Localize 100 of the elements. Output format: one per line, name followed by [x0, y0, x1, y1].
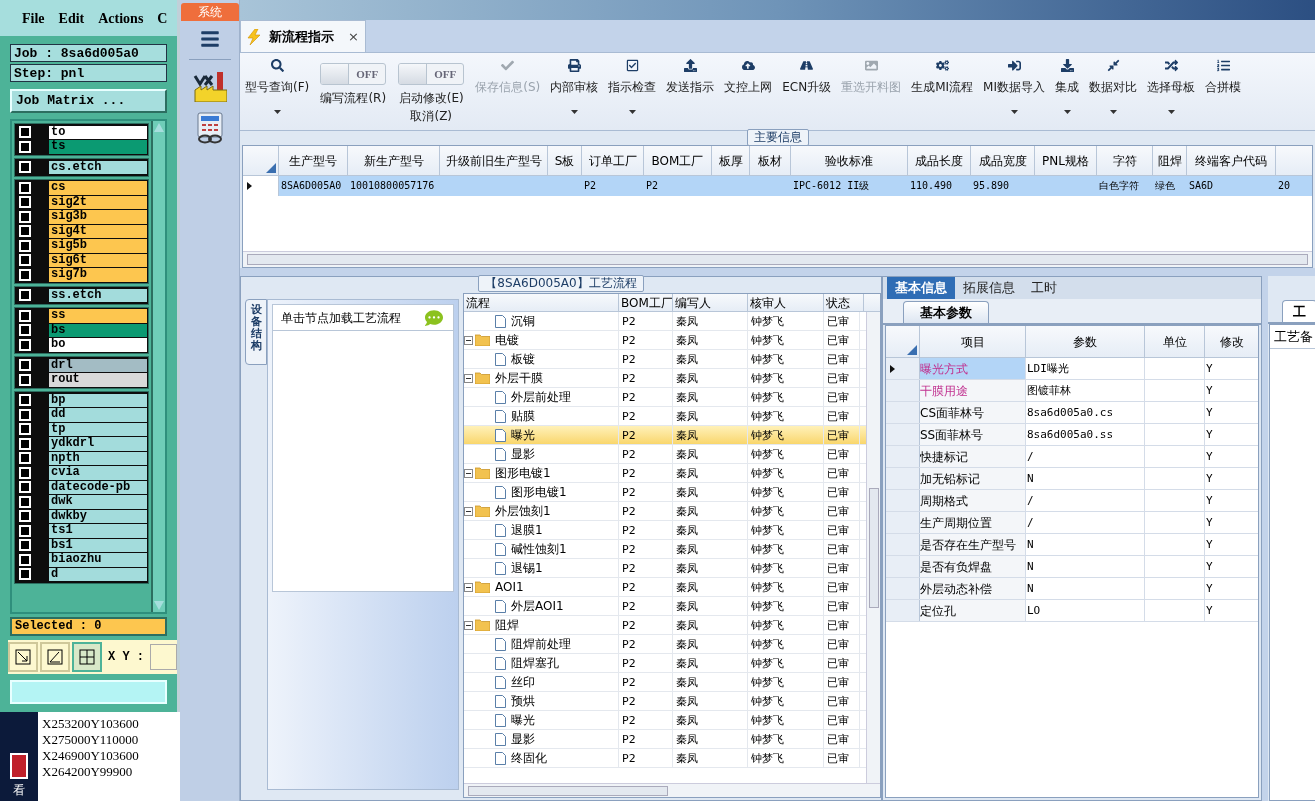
close-button[interactable]: × [348, 26, 359, 47]
column-header[interactable]: 验收标准 [791, 146, 908, 175]
layer-name[interactable]: sig2t [49, 195, 147, 209]
layer-name[interactable]: to [49, 125, 147, 139]
tree-row[interactable]: 图形电镀1 P2 秦凤 钟梦飞 已审 [464, 483, 866, 502]
column-header[interactable]: S板 [548, 146, 582, 175]
menu-item[interactable]: File [22, 7, 45, 29]
layer-name[interactable]: drl [49, 358, 147, 372]
column-header[interactable]: 修改 [1205, 326, 1258, 357]
layer-checkbox[interactable] [19, 289, 31, 302]
layer-checkbox[interactable] [19, 181, 31, 194]
tree-row[interactable]: 阻焊 P2 秦凤 钟梦飞 已审 [464, 616, 866, 635]
toolbar-button[interactable]: 集成 [1050, 53, 1084, 130]
grid-button[interactable] [72, 642, 102, 672]
table-cell[interactable]: 定位孔 [920, 600, 1026, 621]
menu-item[interactable]: Actions [98, 7, 144, 29]
zoom-fit-button[interactable] [8, 642, 38, 672]
layer-name[interactable]: bs [49, 323, 147, 337]
column-header[interactable]: 阻焊 [1153, 146, 1187, 175]
expander-icon[interactable] [464, 620, 473, 630]
layer-checkbox[interactable] [19, 568, 31, 581]
app-logo-icon[interactable] [10, 753, 28, 779]
table-cell[interactable]: 快捷标记 [920, 446, 1026, 467]
layer-name[interactable]: ts1 [49, 524, 147, 538]
tree-row[interactable]: 外层蚀刻1 P2 秦凤 钟梦飞 已审 [464, 502, 866, 521]
table-cell[interactable]: SS面菲林号 [920, 424, 1026, 445]
layer-name[interactable]: npth [49, 451, 147, 465]
table-cell[interactable]: 生产周期位置 [920, 512, 1026, 533]
row-header[interactable] [243, 176, 279, 196]
layer-name[interactable]: biaozhu [49, 553, 147, 567]
table-cell[interactable]: 干膜用途 [920, 380, 1026, 401]
column-header[interactable]: 状态 [824, 294, 864, 311]
vertical-tab[interactable]: 设备结构 [245, 299, 267, 365]
toolbar-button[interactable]: 发送指示 [661, 53, 720, 130]
table-row[interactable]: 8SA6D005A0 10010800057176 P2 P2 IPC-6012 II级 110.490 95.890 白色字符 绿色 SA6D 20 [243, 176, 1312, 196]
calculator-link-icon[interactable] [194, 112, 225, 144]
tree-row[interactable]: 退锡1 P2 秦凤 钟梦飞 已审 [464, 559, 866, 578]
tree-row[interactable]: 外层前处理 P2 秦凤 钟梦飞 已审 [464, 388, 866, 407]
layer-name[interactable]: tp [49, 422, 147, 436]
layer-checkbox[interactable] [19, 524, 31, 537]
column-header[interactable]: 项目 [920, 326, 1026, 357]
layer-name[interactable]: bs1 [49, 538, 147, 552]
layer-name[interactable]: ts [49, 140, 147, 154]
column-header[interactable]: 编写人 [673, 294, 748, 311]
vertical-scrollbar[interactable] [866, 312, 880, 783]
expander-icon[interactable] [464, 373, 473, 383]
layer-checkbox[interactable] [19, 394, 31, 407]
toggle-switch[interactable]: OFF [398, 63, 465, 85]
tree-row[interactable]: 预烘 P2 秦凤 钟梦飞 已审 [464, 692, 866, 711]
layer-checkbox[interactable] [19, 268, 31, 281]
menu-icon[interactable] [198, 29, 221, 49]
tab[interactable]: 拓展信息 [955, 277, 1023, 299]
tree-row[interactable]: 曝光 P2 秦凤 钟梦飞 已审 [464, 426, 866, 445]
layer-name[interactable]: ss.etch [49, 288, 147, 302]
table-cell[interactable]: 外层动态补偿 [920, 578, 1026, 599]
tree-row[interactable]: 退膜1 P2 秦凤 钟梦飞 已审 [464, 521, 866, 540]
layer-name[interactable]: cs [49, 181, 147, 195]
layer-checkbox[interactable] [19, 437, 31, 450]
toolbar-button[interactable]: 指示检查 [603, 53, 662, 130]
layer-checkbox[interactable] [19, 452, 31, 465]
column-header[interactable]: BOM工厂 [644, 146, 712, 175]
column-header[interactable]: 生产型号 [279, 146, 348, 175]
layer-checkbox[interactable] [19, 140, 31, 153]
menu-item[interactable]: Edit [58, 7, 85, 29]
layer-checkbox[interactable] [19, 196, 31, 209]
layer-checkbox[interactable] [19, 373, 31, 386]
layer-checkbox[interactable] [19, 254, 31, 267]
layer-checkbox[interactable] [19, 210, 31, 223]
layer-name[interactable]: datecode-pb [49, 480, 147, 494]
layer-name[interactable]: bo [49, 338, 147, 352]
column-header[interactable]: 单位 [1145, 326, 1205, 357]
tree-row[interactable]: 丝印 P2 秦凤 钟梦飞 已审 [464, 673, 866, 692]
tree-row[interactable]: 外层干膜 P2 秦凤 钟梦飞 已审 [464, 369, 866, 388]
tree-row[interactable]: 阻焊塞孔 P2 秦凤 钟梦飞 已审 [464, 654, 866, 673]
tree-row[interactable]: 图形电镀1 P2 秦凤 钟梦飞 已审 [464, 464, 866, 483]
menu-item[interactable]: C [157, 7, 168, 29]
table-cell[interactable]: 是否有负焊盘 [920, 556, 1026, 577]
layer-checkbox[interactable] [19, 481, 31, 494]
layer-checkbox[interactable] [19, 510, 31, 523]
toolbar-button[interactable]: MI数据导入 [978, 53, 1050, 130]
tree-row[interactable]: 外层AOI1 P2 秦凤 钟梦飞 已审 [464, 597, 866, 616]
layer-checkbox[interactable] [19, 539, 31, 552]
toolbar-button[interactable]: 文控上网 [719, 53, 778, 130]
layer-name[interactable]: sig4t [49, 224, 147, 238]
layer-name[interactable]: ydkdrl [49, 437, 147, 451]
sub-tab[interactable]: 工 [1282, 300, 1315, 322]
tree-row[interactable]: 碱性蚀刻1 P2 秦凤 钟梦飞 已审 [464, 540, 866, 559]
tree-row[interactable]: AOI1 P2 秦凤 钟梦飞 已审 [464, 578, 866, 597]
layer-name[interactable]: dwkby [49, 509, 147, 523]
column-header[interactable]: 成品长度 [908, 146, 971, 175]
expander-icon[interactable] [464, 468, 473, 478]
tree-row[interactable]: 显影 P2 秦凤 钟梦飞 已审 [464, 730, 866, 749]
layer-checkbox[interactable] [19, 161, 31, 174]
layer-name[interactable]: rout [49, 373, 147, 387]
toggle-switch[interactable]: OFF [320, 63, 387, 85]
tree-row[interactable]: 板镀 P2 秦凤 钟梦飞 已审 [464, 350, 866, 369]
toolbar-button[interactable]: 数据对比 [1084, 53, 1142, 130]
table-cell[interactable]: 周期格式 [920, 490, 1026, 511]
column-header[interactable]: 新生产型号 [348, 146, 440, 175]
tree-row[interactable]: 显影 P2 秦凤 钟梦飞 已审 [464, 445, 866, 464]
